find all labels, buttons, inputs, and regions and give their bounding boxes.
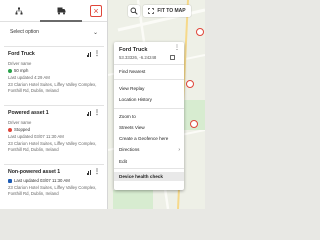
menu-item-create-geofence[interactable]: Create a Geofence here <box>114 134 184 143</box>
menu-divider <box>114 64 184 65</box>
vehicle-status: Stopped <box>8 127 100 132</box>
menu-item-label: Zoom to <box>119 114 136 119</box>
status-dot-icon <box>8 127 12 132</box>
menu-item-label: Create a Geofence here <box>119 136 169 141</box>
menu-divider <box>114 108 184 109</box>
fit-icon <box>148 8 155 14</box>
fit-to-map-label: FIT TO MAP <box>157 8 186 14</box>
vehicle-status: 50 mph <box>8 68 100 73</box>
menu-item-location-history[interactable]: Location History <box>114 95 184 104</box>
menu-item-label: Find Nearest <box>119 69 146 74</box>
menu-item-label: Edit <box>119 159 127 164</box>
menu-item-edit[interactable]: Edit <box>114 157 184 166</box>
chevron-right-icon: › <box>178 146 180 153</box>
menu-item-zoom-to[interactable]: Zoom to <box>114 112 184 121</box>
vehicle-name: Powered asset 1 <box>8 110 49 116</box>
driver-name: Driver name <box>8 120 32 125</box>
vehicle-address: 23 Clarion Hotel Suites, Liffey Valley C… <box>8 184 97 196</box>
status-dot-icon <box>8 178 12 183</box>
vehicle-marker[interactable] <box>196 28 204 36</box>
signal-icon <box>86 110 91 116</box>
chevron-down-icon: ⌄ <box>92 29 98 36</box>
tab-vehicles[interactable] <box>0 0 38 21</box>
menu-item-label: Streets View <box>119 125 145 130</box>
truck-icon <box>57 7 65 14</box>
sitemap-icon <box>15 7 23 14</box>
vehicle-address: 23 Clarion Hotel Suites, Liffey Valley C… <box>8 81 97 93</box>
close-panel-button[interactable]: × <box>90 5 102 17</box>
select-dropdown[interactable]: Select option ⌄ <box>4 25 104 39</box>
menu-item-label: Directions <box>119 147 140 152</box>
menu-item-find-nearest[interactable]: Find Nearest <box>114 67 184 76</box>
vehicle-card[interactable]: Non-powered asset 1 ⋮ Last updated 03/07… <box>4 164 104 200</box>
panel-tabs: × <box>0 0 107 22</box>
status-text: Stopped <box>14 127 31 132</box>
last-updated: Last updated 03/07 11:30 AM <box>8 134 64 139</box>
last-updated: Last updated 4:29 AM <box>8 75 50 80</box>
menu-item-view-replay[interactable]: View Replay <box>114 84 184 93</box>
status-dot-icon <box>8 68 12 73</box>
menu-more-icon[interactable]: ⋮ <box>174 44 180 51</box>
tab-assets[interactable] <box>42 0 80 21</box>
menu-item-directions[interactable]: Directions › <box>114 145 184 154</box>
vehicle-card[interactable]: Ford Truck ⋮ Driver name 50 mph Last upd… <box>4 46 104 97</box>
select-placeholder: Select option <box>10 29 39 35</box>
menu-item-label: View Replay <box>119 86 145 91</box>
vehicle-status: Last updated 03/07 11:30 AM <box>8 178 100 183</box>
vehicle-panel: × Select option ⌄ Ford Truck ⋮ Driver na… <box>0 0 108 209</box>
signal-icon <box>86 51 91 57</box>
vehicle-card[interactable]: Powered asset 1 ⋮ Driver name Stopped La… <box>4 105 104 156</box>
more-options-icon[interactable]: ⋮ <box>94 51 100 57</box>
menu-coordinates: 53.33326, -6.24248 <box>119 55 157 60</box>
vehicle-address: 23 Clarion Hotel Suites, Liffey Valley C… <box>8 140 97 152</box>
map-layers-button[interactable] <box>128 5 140 17</box>
menu-divider <box>114 79 184 80</box>
menu-divider <box>114 168 184 169</box>
close-icon: × <box>93 5 99 16</box>
status-text: 50 mph <box>14 68 29 73</box>
menu-item-label: Location History <box>119 97 152 102</box>
vehicle-name: Ford Truck <box>8 51 35 57</box>
vehicle-marker[interactable] <box>186 80 194 88</box>
status-text: Last updated 03/07 11:30 AM <box>14 178 70 183</box>
active-tab-indicator <box>40 20 82 22</box>
fit-to-map-button[interactable]: FIT TO MAP <box>143 5 191 17</box>
menu-item-label: Device health check <box>119 174 163 179</box>
menu-title: Ford Truck <box>119 47 148 53</box>
search-icon <box>130 7 138 15</box>
driver-name: Driver name <box>8 61 32 66</box>
menu-item-streets-view[interactable]: Streets View <box>114 123 184 132</box>
vehicle-name: Non-powered asset 1 <box>8 169 61 175</box>
signal-icon <box>86 169 91 175</box>
vehicle-marker[interactable] <box>190 120 198 128</box>
vehicle-context-menu: Ford Truck 53.33326, -6.24248 Find Neare… <box>114 42 184 190</box>
copy-icon[interactable] <box>170 55 175 60</box>
more-options-icon[interactable]: ⋮ <box>94 169 100 175</box>
menu-item-device-health-check[interactable]: Device health check <box>114 172 184 181</box>
more-options-icon[interactable]: ⋮ <box>94 110 100 116</box>
